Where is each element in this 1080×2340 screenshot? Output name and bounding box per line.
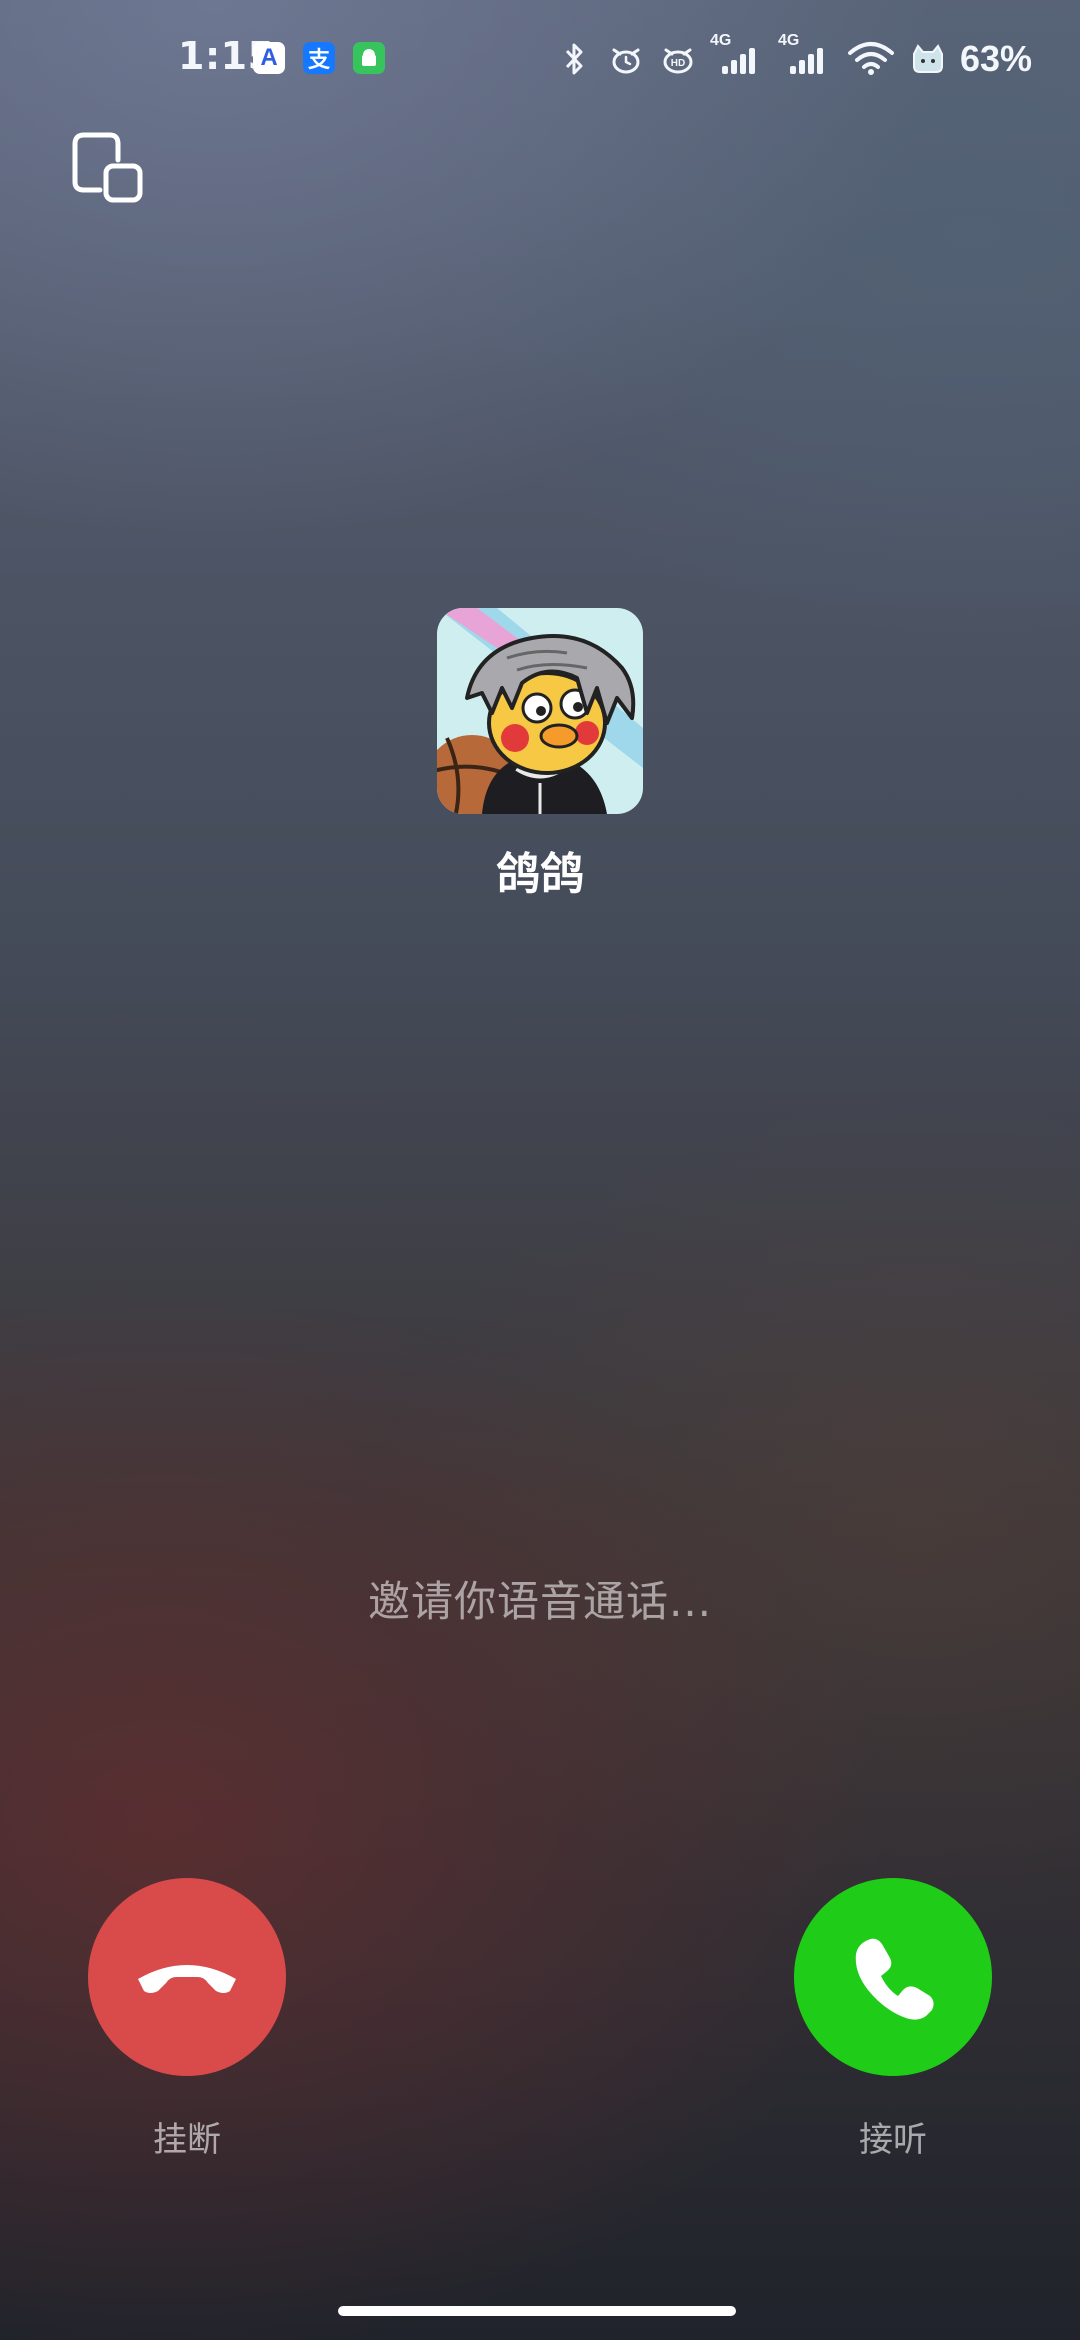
cellular-signal-1-icon: 4G [710, 32, 766, 74]
caller-avatar[interactable] [437, 608, 643, 814]
home-indicator[interactable] [338, 2306, 736, 2316]
decline-call-button[interactable] [88, 1878, 286, 2076]
decline-label: 挂断 [153, 2120, 221, 2160]
caller-info: 鸽鸽 [0, 608, 1080, 902]
phone-icon [855, 1938, 934, 2020]
alarm-icon [606, 39, 646, 79]
floating-window-icon [72, 132, 143, 203]
accept-label: 接听 [859, 2120, 927, 2160]
call-status-text: 邀请你语音通话... [367, 1577, 713, 1626]
status-bar: 1:15 A 支 HD 4G 4G 63% [0, 0, 1080, 120]
hang-up-icon [138, 1965, 236, 1993]
wifi-icon [846, 39, 896, 79]
caller-name: 鸽鸽 [496, 849, 584, 900]
app-store-icon: A [253, 42, 285, 74]
alipay-icon: 支 [303, 42, 335, 74]
cat-icon [908, 39, 948, 79]
accept-call-button[interactable] [794, 1878, 992, 2076]
floating-window-button[interactable] [70, 130, 144, 204]
status-icons: HD 4G 4G 63% [554, 32, 1032, 84]
cellular-signal-2-icon: 4G [778, 32, 834, 74]
bluetooth-icon [554, 39, 594, 79]
signal-1-tag: 4G [709, 32, 732, 49]
android-icon [353, 42, 385, 74]
hd-icon: HD [658, 39, 698, 79]
signal-2-tag: 4G [777, 32, 800, 49]
hd-tag: HD [671, 58, 685, 69]
battery-level: 63% [959, 38, 1032, 79]
